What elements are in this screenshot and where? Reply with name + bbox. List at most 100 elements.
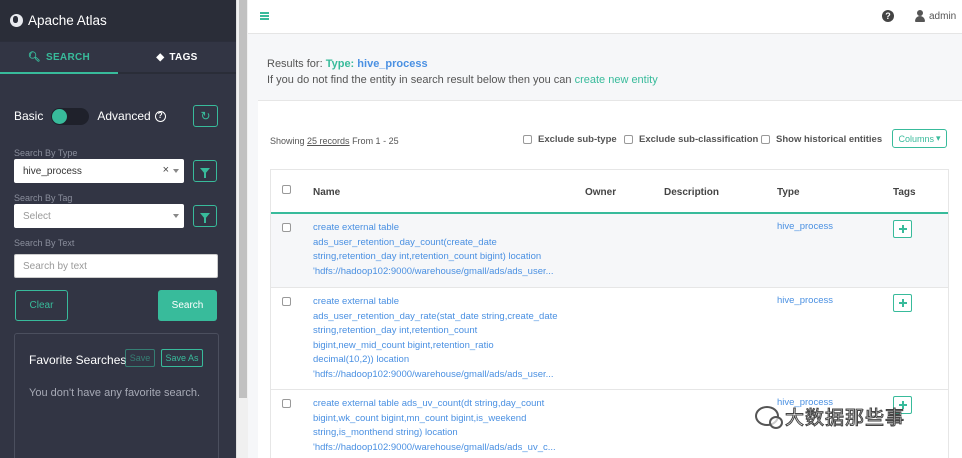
name-line: create external table: [313, 222, 400, 233]
favorite-searches-title: Favorite Searches: [29, 353, 127, 367]
entity-name-link[interactable]: create external table ads_uv_count(dt st…: [313, 397, 565, 455]
showing-suffix: From 1 - 25: [349, 136, 399, 146]
results-type-label: Type:: [325, 58, 355, 70]
type-select-value: hive_process: [23, 165, 82, 177]
sidebar-scrollbar[interactable]: [236, 0, 248, 458]
columns-label: Columns: [898, 133, 934, 144]
sidebar: Apache Atlas 🔍︎ SEARCH ◆ TAGS Basic Adva…: [0, 0, 236, 458]
results-type-value: hive_process: [357, 58, 428, 70]
favorite-empty-message: You don't have any favorite search.: [29, 387, 201, 399]
type-filter-button[interactable]: [193, 160, 217, 182]
wechat-logo-icon: [755, 406, 783, 429]
name-line: decimal(10,2)) location: [313, 354, 410, 366]
add-tag-button[interactable]: [893, 220, 912, 238]
username[interactable]: admin: [929, 11, 956, 22]
entity-name-link[interactable]: create external table ads_user_retention…: [313, 295, 565, 383]
results-info: Results for: Type: hive_process If you d…: [267, 56, 658, 88]
name-line: string,retention_day int,retention_count…: [313, 251, 542, 263]
name-line: string,is_monthend string) location: [313, 427, 458, 439]
row-checkbox[interactable]: [282, 297, 291, 306]
select-all-checkbox[interactable]: [282, 185, 291, 194]
name-line: create external table: [313, 296, 400, 307]
table-row[interactable]: create external table ads_user_retention…: [271, 214, 948, 288]
refresh-icon: ↻: [200, 109, 211, 123]
tab-tags[interactable]: ◆ TAGS: [118, 42, 236, 74]
name-line: ads_user_retention_day_rate(stat_date st…: [313, 310, 558, 322]
basic-label: Basic: [14, 109, 44, 123]
show-historical-checkbox[interactable]: [761, 135, 770, 144]
chevron-down-icon: [173, 214, 179, 218]
header-tags: Tags: [893, 187, 916, 198]
header-owner[interactable]: Owner: [585, 187, 616, 198]
exclude-subtype-option[interactable]: Exclude sub-type: [523, 134, 617, 145]
user-icon[interactable]: [915, 10, 925, 22]
name-line: string,retention_day int,retention_count: [313, 325, 478, 337]
filter-icon: [200, 168, 210, 178]
type-select[interactable]: hive_process ×: [14, 159, 184, 183]
entity-name-link[interactable]: create external table ads_user_retention…: [313, 221, 565, 279]
help-icon[interactable]: ?: [882, 10, 894, 22]
name-line: create external table ads_uv_count(dt st…: [313, 398, 545, 409]
results-hint-line: If you do not find the entity in search …: [267, 72, 658, 88]
favorite-searches-panel: Favorite Searches Save Save As You don't…: [14, 333, 219, 458]
exclude-subclassification-label: Exclude sub-classification: [639, 134, 759, 145]
search-icon: 🔍︎: [27, 51, 41, 63]
table-row[interactable]: create external table ads_user_retention…: [271, 288, 948, 390]
table-header: Name Owner Description Type Tags: [271, 170, 948, 214]
tab-search-label: SEARCH: [45, 51, 91, 63]
menu-icon[interactable]: [260, 12, 269, 20]
header-type[interactable]: Type: [777, 187, 800, 198]
name-line: bigint,wk_count bigint,mn_count bigint,i…: [313, 412, 527, 424]
basic-advanced-toggle[interactable]: [51, 107, 90, 125]
exclude-subtype-checkbox[interactable]: [523, 135, 532, 144]
search-mode-row: Basic Advanced ? ↻: [14, 104, 218, 128]
exclude-subclassification-option[interactable]: Exclude sub-classification: [624, 134, 758, 145]
tag-filter-button[interactable]: [193, 205, 217, 227]
showing-prefix: Showing: [270, 136, 308, 146]
question-circle-icon[interactable]: ?: [154, 110, 166, 122]
app-title: Apache Atlas: [28, 13, 107, 28]
row-checkbox[interactable]: [282, 399, 291, 408]
globe-icon: [10, 14, 23, 27]
search-by-type-label: Search By Type: [14, 148, 78, 158]
watermark-text: 大数据那些事: [784, 406, 906, 429]
search-by-tag-label: Search By Tag: [14, 193, 73, 203]
search-text-input[interactable]: Search by text: [14, 254, 218, 278]
columns-button[interactable]: Columns ▾: [892, 129, 947, 148]
show-historical-option[interactable]: Show historical entities: [761, 134, 882, 145]
save-as-button[interactable]: Save As: [161, 349, 203, 367]
add-tag-button[interactable]: [893, 294, 912, 312]
save-button[interactable]: Save: [125, 349, 155, 367]
tag-icon: ◆: [156, 51, 165, 63]
search-by-text-label: Search By Text: [14, 238, 75, 248]
record-count: Showing 25 records From 1 - 25: [270, 136, 399, 146]
records-link[interactable]: 25 records: [307, 136, 350, 146]
row-checkbox[interactable]: [282, 223, 291, 232]
results-hint: If you do not find the entity in search …: [267, 74, 575, 86]
app-brand[interactable]: Apache Atlas: [0, 0, 236, 42]
exclude-subclassification-checkbox[interactable]: [624, 135, 633, 144]
entity-type-link[interactable]: hive_process: [777, 221, 833, 232]
exclude-subtype-label: Exclude sub-type: [538, 134, 617, 145]
chevron-down-icon: [173, 169, 179, 173]
tab-search[interactable]: 🔍︎ SEARCH: [0, 42, 118, 74]
results-for-line: Results for: Type: hive_process: [267, 56, 658, 72]
header-name[interactable]: Name: [313, 187, 340, 198]
tag-select[interactable]: Select: [14, 204, 184, 228]
clear-selection-icon[interactable]: ×: [163, 164, 169, 176]
scrollbar-thumb[interactable]: [239, 0, 247, 398]
advanced-label: Advanced: [97, 109, 151, 123]
tag-select-placeholder: Select: [23, 210, 51, 222]
top-bar: ? admin: [248, 0, 962, 34]
results-for-label: Results for:: [267, 58, 323, 70]
name-line: ads_user_retention_day_count(create_date: [313, 236, 497, 248]
header-description[interactable]: Description: [664, 187, 719, 198]
clear-button[interactable]: Clear: [15, 290, 68, 321]
search-button[interactable]: Search: [158, 290, 217, 321]
refresh-button[interactable]: ↻: [193, 105, 218, 127]
search-text-placeholder: Search by text: [23, 260, 87, 272]
name-line: 'hdfs://hadoop102:9000/warehouse/gmall/a…: [313, 265, 554, 277]
watermark: 大数据那些事: [755, 402, 905, 430]
create-entity-link[interactable]: create new entity: [575, 74, 658, 86]
entity-type-link[interactable]: hive_process: [777, 295, 833, 306]
